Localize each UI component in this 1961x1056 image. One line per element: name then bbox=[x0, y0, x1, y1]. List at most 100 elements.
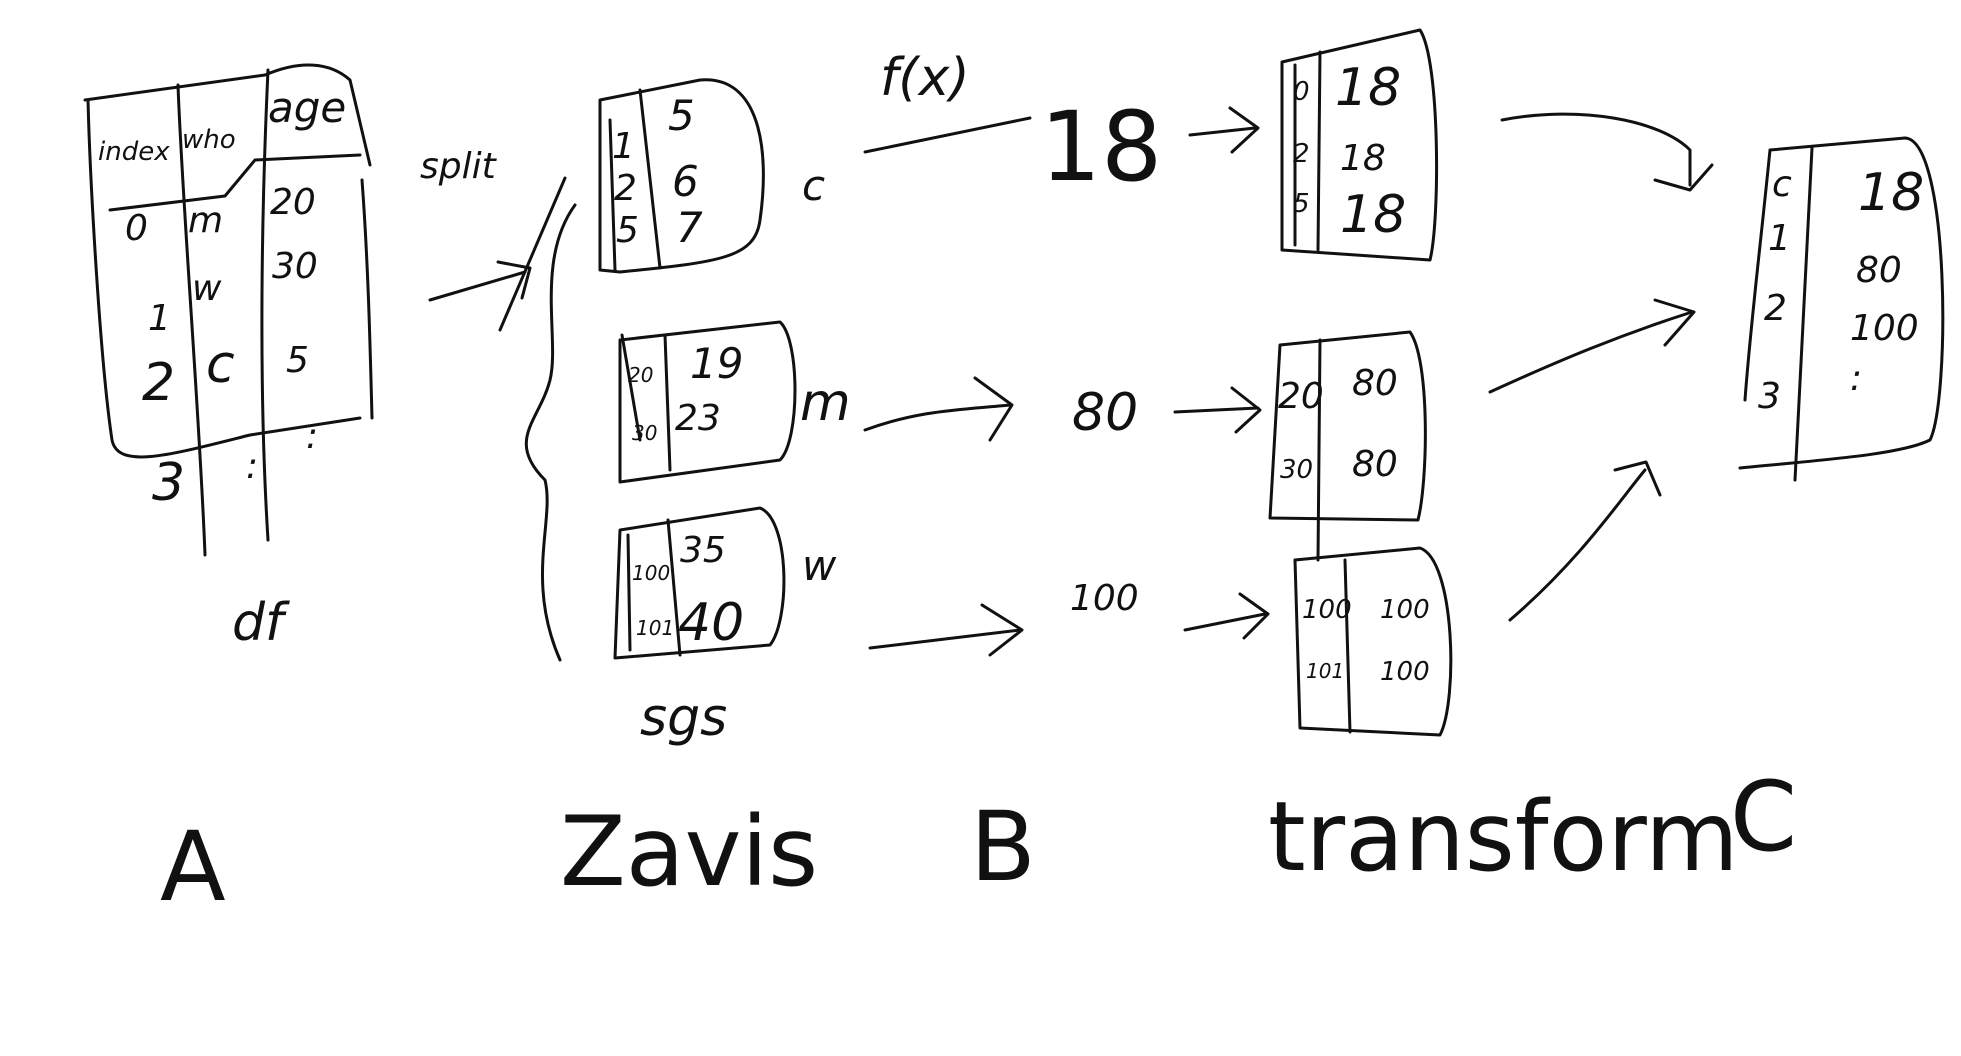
final-cell: 3 bbox=[1758, 376, 1781, 417]
final-table: c 18 1 80 2 100 3 : bbox=[1738, 136, 1945, 482]
group-c-cell: 5 bbox=[668, 91, 695, 140]
df-cell: 1 bbox=[148, 298, 171, 339]
final-cell: 100 bbox=[1850, 308, 1919, 349]
results: 18 80 100 bbox=[1040, 91, 1162, 619]
stage-labels: A Zavis B transform C bbox=[160, 761, 1797, 923]
df-column-divider-2 bbox=[260, 68, 270, 542]
transformed-table-m: 20 80 30 80 bbox=[1268, 330, 1427, 562]
group-c-cell: 6 bbox=[672, 157, 699, 206]
group-c-cell: 5 bbox=[616, 210, 639, 251]
df-cell: 2 bbox=[142, 353, 175, 413]
group-m-cell: 20 bbox=[628, 363, 653, 387]
final-divider bbox=[1793, 146, 1814, 482]
df-cell: : bbox=[246, 446, 258, 487]
group-w-cell: 100 bbox=[632, 561, 670, 585]
final-cell: : bbox=[1850, 358, 1862, 399]
group-c-cell: 1 bbox=[612, 126, 635, 167]
group-rule-w bbox=[626, 533, 632, 652]
arrow-m-to-result bbox=[863, 403, 1012, 432]
group-table-m: 20 19 30 23 m bbox=[618, 320, 851, 484]
group-m-cell: 30 bbox=[632, 421, 657, 445]
final-cell: c bbox=[1772, 164, 1792, 205]
split-arrow-shaft bbox=[428, 270, 527, 302]
df-cell: 0 bbox=[125, 208, 148, 249]
transformed-c-cell: 5 bbox=[1293, 189, 1310, 219]
apply-function-arrows: f(x) bbox=[863, 48, 1032, 657]
final-rule bbox=[1743, 148, 1772, 402]
df-cell: m bbox=[188, 200, 223, 241]
df-header-who: who bbox=[182, 125, 236, 155]
final-cell: 1 bbox=[1768, 218, 1791, 259]
transformed-w-cell: 101 bbox=[1306, 659, 1344, 683]
split-label: split bbox=[420, 146, 498, 187]
transformed-w-cell: 100 bbox=[1302, 595, 1352, 625]
df-cell: 3 bbox=[152, 453, 185, 513]
group-divider-m bbox=[663, 333, 672, 472]
combine-arrow-w bbox=[1508, 468, 1647, 622]
stage-label-b: B bbox=[970, 791, 1036, 903]
df-cell: : bbox=[306, 416, 318, 457]
group-brace bbox=[524, 203, 577, 662]
df-header-index: index bbox=[98, 137, 170, 167]
final-cell: 2 bbox=[1764, 288, 1787, 329]
transformed-box-w bbox=[1293, 546, 1453, 737]
transformed-m-cell: 80 bbox=[1352, 363, 1398, 404]
transformed-c-cell: 2 bbox=[1293, 139, 1310, 169]
df-label: df bbox=[232, 593, 290, 653]
group-c-cell: 2 bbox=[614, 168, 637, 209]
transformed-c-cell: 18 bbox=[1335, 58, 1401, 118]
transformed-c-cell: 18 bbox=[1340, 185, 1406, 245]
stage-label-zavis: Zavis bbox=[560, 796, 818, 908]
group-c-cell: 7 bbox=[676, 203, 703, 252]
transformed-w-cell: 100 bbox=[1380, 595, 1430, 625]
transformed-table-w: 100 100 101 100 bbox=[1293, 546, 1453, 737]
transformed-divider-c bbox=[1316, 50, 1322, 252]
group-table-w: 100 35 101 40 w bbox=[613, 506, 837, 660]
transformed-c-cell: 0 bbox=[1293, 77, 1310, 107]
diagram-canvas: index who age 0 m 20 1 w 30 2 c 5 3 : : … bbox=[83, 28, 1945, 923]
result-m: 80 bbox=[1072, 383, 1138, 443]
df-table: index who age 0 m 20 1 w 30 2 c 5 3 : : … bbox=[83, 63, 374, 653]
transformed-m-cell: 30 bbox=[1280, 455, 1313, 485]
group-key-c: c bbox=[802, 161, 825, 210]
group-m-cell: 19 bbox=[690, 339, 743, 388]
broadcast-arrows bbox=[1173, 106, 1270, 640]
final-cell: 18 bbox=[1858, 163, 1924, 223]
group-divider-c bbox=[638, 88, 662, 270]
result-c: 18 bbox=[1040, 91, 1162, 203]
group-m-cell: 23 bbox=[675, 398, 721, 439]
combine-arrow-c-head bbox=[1653, 163, 1714, 192]
arrow-w-to-result bbox=[868, 628, 1022, 650]
arrow-to-transform-m bbox=[1173, 406, 1260, 414]
transformed-m-cell: 20 bbox=[1278, 376, 1324, 417]
group-table-c: 1 5 2 6 5 7 c bbox=[598, 78, 825, 274]
transformed-c-cell: 18 bbox=[1340, 138, 1386, 179]
transformed-w-cell: 100 bbox=[1380, 657, 1430, 687]
transformed-table-c: 0 18 2 18 5 18 bbox=[1280, 28, 1439, 262]
arrow-c-to-result bbox=[863, 116, 1032, 154]
stage-label-transform: transform bbox=[1268, 781, 1739, 893]
df-cell: w bbox=[192, 268, 222, 309]
combine-arrow-c bbox=[1500, 112, 1692, 187]
df-cell: 30 bbox=[272, 246, 318, 287]
function-label: f(x) bbox=[880, 48, 970, 108]
df-cell: 5 bbox=[286, 340, 309, 381]
result-w: 100 bbox=[1070, 578, 1139, 619]
sgs-label: sgs bbox=[640, 688, 727, 748]
df-table-right-border bbox=[360, 178, 374, 420]
group-w-cell: 35 bbox=[680, 530, 726, 571]
df-cell: c bbox=[206, 335, 235, 395]
transformed-box-m bbox=[1268, 330, 1427, 522]
combine-arrow-m bbox=[1488, 310, 1694, 394]
combine-arrows bbox=[1488, 112, 1714, 622]
transformed-divider-w bbox=[1343, 558, 1352, 734]
transformed-divider-m bbox=[1316, 338, 1322, 562]
split-arrow: split bbox=[420, 146, 567, 332]
group-key-m: m bbox=[800, 373, 851, 433]
group-w-cell: 40 bbox=[678, 593, 744, 653]
group-key-w: w bbox=[802, 541, 837, 590]
final-cell: 80 bbox=[1856, 250, 1902, 291]
stage-label-c: C bbox=[1730, 761, 1797, 873]
arrow-to-transform-c bbox=[1188, 126, 1257, 137]
group-w-cell: 101 bbox=[636, 616, 674, 640]
